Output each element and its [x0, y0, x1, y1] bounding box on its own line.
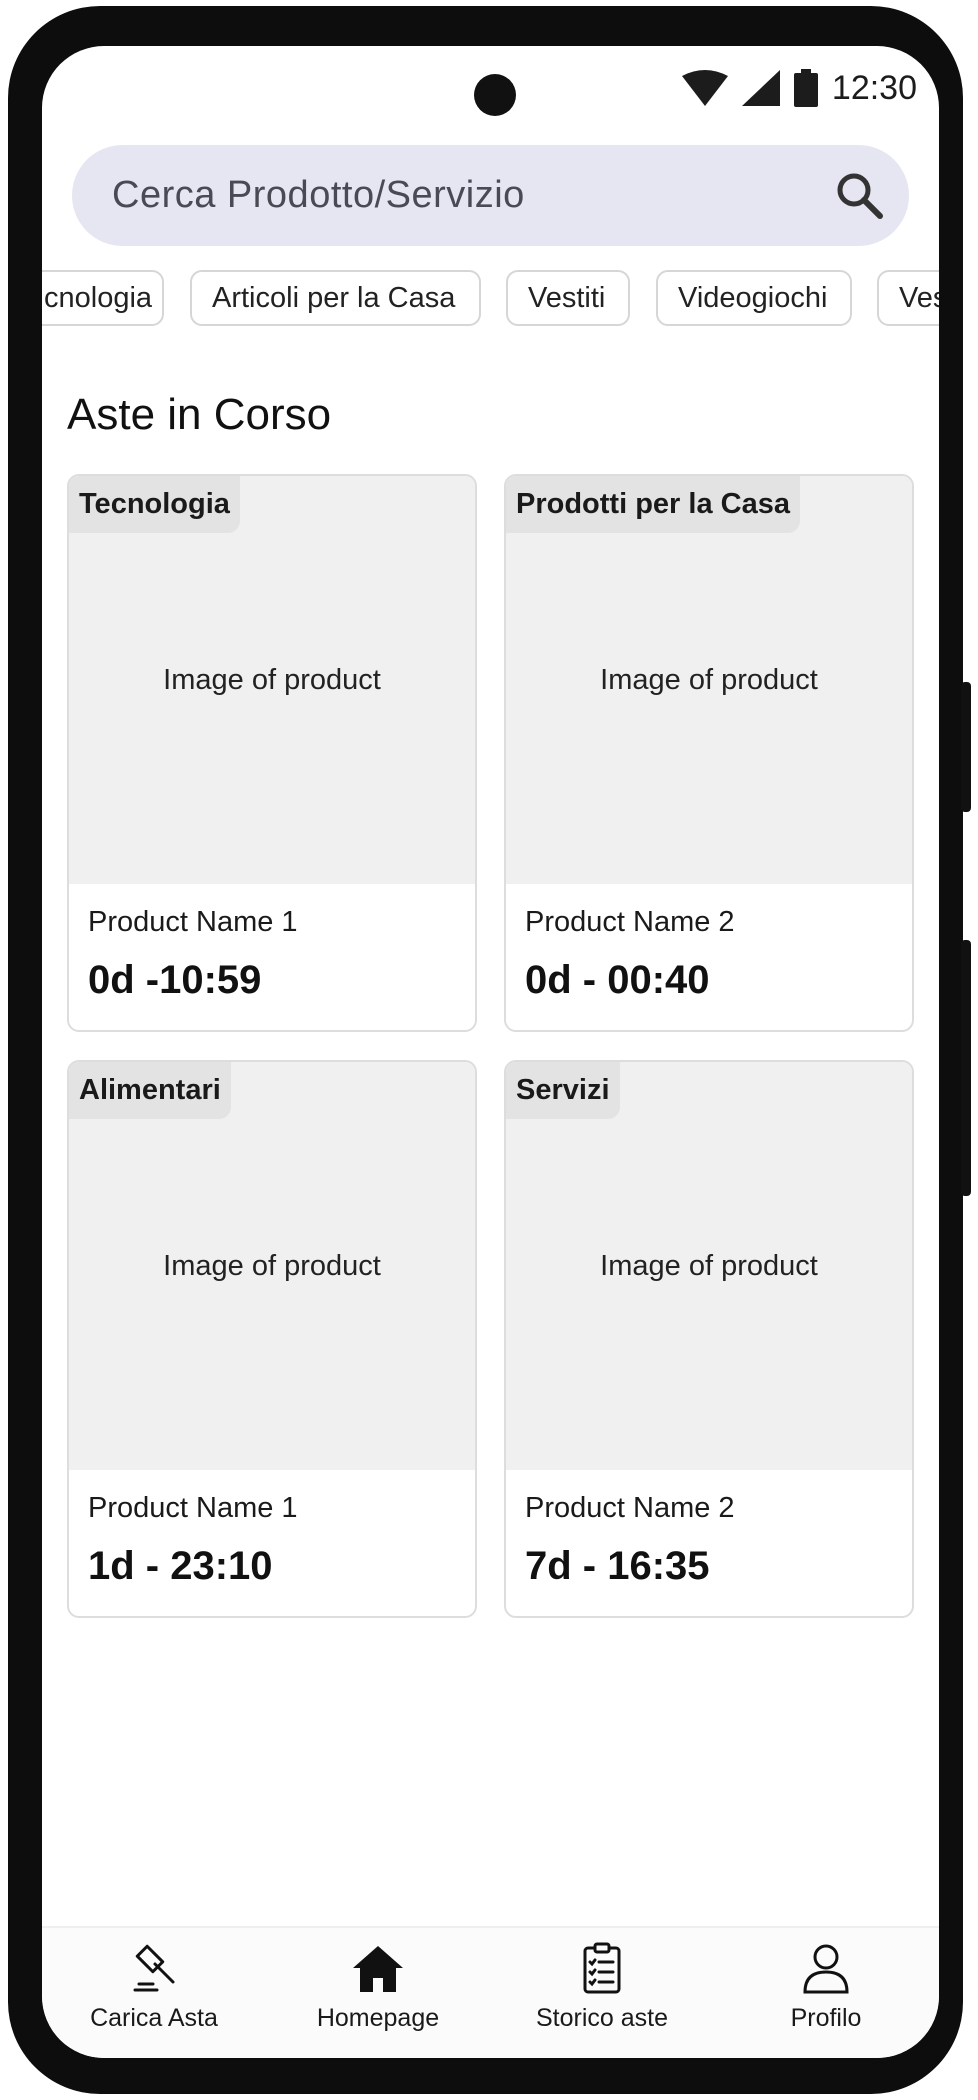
product-name: Product Name 2 — [525, 906, 735, 938]
battery-icon — [793, 69, 818, 107]
screen: 12:30 Cerca Prodotto/Servizio cnologia A… — [42, 46, 939, 2058]
search-input[interactable]: Cerca Prodotto/Servizio — [112, 145, 525, 246]
chip-label: Ves — [899, 282, 939, 314]
nav-label: Carica Asta — [90, 2004, 218, 2032]
category-tag: Prodotti per la Casa — [506, 476, 800, 533]
chip-label: Videogiochi — [678, 282, 828, 314]
product-image-label: Image of product — [600, 663, 818, 696]
chip-label: cnologia — [44, 282, 153, 314]
auction-card[interactable]: Image of product Tecnologia Product Name… — [67, 474, 477, 1032]
power-button — [961, 940, 971, 1196]
phone-frame: 12:30 Cerca Prodotto/Servizio cnologia A… — [8, 6, 971, 2094]
volume-button — [961, 682, 971, 812]
clipboard-list-icon — [583, 1942, 621, 1994]
search-bar[interactable]: Cerca Prodotto/Servizio — [72, 145, 909, 246]
chip-videogiochi[interactable]: Videogiochi — [656, 270, 852, 326]
user-icon — [803, 1944, 849, 1994]
nav-carica-asta[interactable]: Carica Asta — [42, 1928, 266, 2058]
signal-icon — [741, 70, 780, 106]
nav-label: Profilo — [790, 2004, 862, 2032]
clock: 12:30 — [831, 68, 917, 107]
category-chips: cnologia Articoli per la Casa Vestiti Vi… — [42, 270, 939, 330]
nav-label: Storico aste — [535, 2004, 668, 2032]
chip-articoli-casa[interactable]: Articoli per la Casa — [190, 270, 481, 326]
auction-card[interactable]: Image of product Alimentari Product Name… — [67, 1060, 477, 1618]
status-bar: 12:30 — [681, 60, 917, 116]
home-icon — [353, 1946, 403, 1992]
category-tag: Alimentari — [69, 1062, 231, 1119]
nav-profilo[interactable]: Profilo — [714, 1928, 938, 2058]
product-name: Product Name 2 — [525, 1492, 735, 1524]
nav-label: Homepage — [316, 2004, 440, 2032]
nav-homepage[interactable]: Homepage — [266, 1928, 490, 2058]
chip-tecnologia[interactable]: cnologia — [42, 270, 164, 326]
chip-vestiti[interactable]: Vestiti — [506, 270, 630, 326]
chip-label: Articoli per la Casa — [212, 282, 456, 314]
chip-label: Vestiti — [528, 282, 606, 314]
time-remaining: 0d - 00:40 — [525, 958, 710, 1002]
product-name: Product Name 1 — [88, 906, 298, 938]
bottom-nav: Carica Asta Homepage Storico aste Profil… — [42, 1926, 939, 2058]
category-tag: Tecnologia — [69, 476, 240, 533]
time-remaining: 1d - 23:10 — [88, 1544, 273, 1588]
wifi-icon — [681, 70, 728, 106]
search-icon[interactable] — [835, 171, 885, 221]
auction-card[interactable]: Image of product Prodotti per la Casa Pr… — [504, 474, 914, 1032]
product-name: Product Name 1 — [88, 1492, 298, 1524]
nav-storico-aste[interactable]: Storico aste — [490, 1928, 714, 2058]
front-camera — [474, 74, 516, 116]
product-image-label: Image of product — [163, 663, 381, 696]
auction-card[interactable]: Image of product Servizi Product Name 2 … — [504, 1060, 914, 1618]
gavel-icon — [133, 1944, 175, 1992]
category-tag: Servizi — [506, 1062, 620, 1119]
time-remaining: 0d -10:59 — [88, 958, 262, 1002]
time-remaining: 7d - 16:35 — [525, 1544, 710, 1588]
chip-ves[interactable]: Ves — [877, 270, 939, 326]
section-title: Aste in Corso — [67, 390, 332, 439]
product-image-label: Image of product — [163, 1249, 381, 1282]
product-image-label: Image of product — [600, 1249, 818, 1282]
